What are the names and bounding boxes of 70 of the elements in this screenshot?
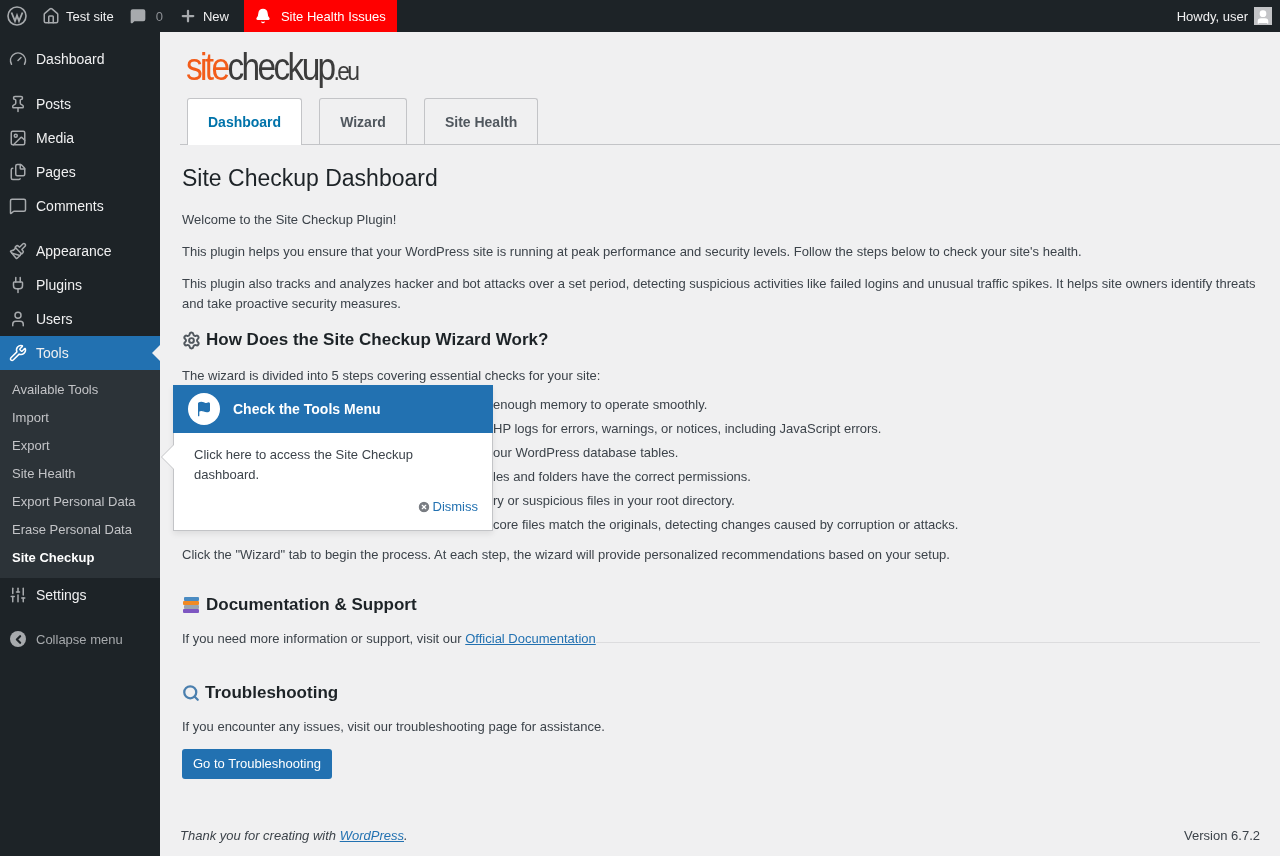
submenu-item[interactable]: Export Personal Data (0, 488, 160, 516)
page-title: Site Checkup Dashboard (182, 165, 439, 192)
sidebar-item[interactable]: Appearance (0, 234, 160, 268)
books-icon (182, 595, 201, 615)
pointer-title: Check the Tools Menu (233, 401, 381, 417)
submenu-item[interactable]: Erase Personal Data (0, 516, 160, 544)
site-link[interactable]: Test site (34, 0, 122, 32)
section-heading: Documentation & Support (206, 595, 417, 615)
logo: sitecheckup.eu (186, 45, 358, 90)
media-icon (9, 129, 27, 147)
gear-icon (182, 330, 201, 350)
step-text: enough memory to operate smoothly. (493, 396, 709, 414)
submenu-item[interactable]: Available Tools (0, 376, 160, 404)
submenu-item[interactable]: Site Checkup (0, 544, 160, 572)
section-heading: How Does the Site Checkup Wizard Work? (206, 330, 549, 350)
step-text: core files match the originals, detecting changes caused by corruption or attacks. (493, 516, 960, 534)
dashboard-icon (9, 50, 27, 68)
documentation-link[interactable]: Official Documentation (465, 631, 596, 646)
paragraph: This plugin helps you ensure that your WordPress site is running at peak performance and security levels. Follow the steps below to check your site's health. (182, 243, 1083, 261)
submenu-item[interactable]: Import (0, 404, 160, 432)
comment-icon (129, 8, 146, 24)
sidebar-item[interactable]: Users (0, 302, 160, 336)
paintbrush-icon (9, 242, 27, 260)
submenu-item[interactable]: Export (0, 432, 160, 460)
sidebar-item[interactable]: Tools (0, 336, 160, 370)
paragraph: Click the "Wizard" tab to begin the process. At each step, the wizard will provide personalized recommendations based on your setup. (182, 546, 951, 564)
paragraph: This plugin also tracks and analyzes hacker and bot attacks over a set period, detecting suspicious activities like failed logins and unusual traffic spikes. It helps site owners identify threats and take proactive security measures. (182, 275, 1257, 313)
step-text: les and folders have the correct permissions. (493, 468, 752, 486)
flag-icon (188, 393, 220, 425)
new-link[interactable]: New (170, 0, 237, 32)
step-text: HP logs for errors, warnings, or notices, including JavaScript errors. (493, 420, 883, 438)
version-text: Version 6.7.2 (1184, 828, 1260, 843)
wrench-icon (9, 344, 27, 362)
tab[interactable]: Site Health (423, 98, 539, 144)
step-text: ry or suspicious files in your root directory. (493, 492, 736, 510)
comment-icon (9, 197, 27, 215)
bell-icon (254, 8, 271, 24)
submenu-item[interactable]: Site Health (0, 460, 160, 488)
troubleshooting-button[interactable]: Go to Troubleshooting (182, 749, 332, 779)
sliders-icon (9, 586, 27, 604)
sidebar-item[interactable]: Plugins (0, 268, 160, 302)
greeting[interactable]: Howdy, user (1168, 0, 1248, 32)
dismiss-link[interactable]: Dismiss (416, 499, 478, 514)
tab[interactable]: Wizard (319, 98, 407, 144)
search-icon (182, 684, 200, 702)
sidebar-item[interactable]: Pages (0, 155, 160, 189)
site-health-alert[interactable]: Site Health Issues (243, 0, 397, 32)
sidebar-item[interactable]: Posts (0, 87, 160, 121)
close-icon (416, 499, 431, 514)
sidebar-item[interactable]: Media (0, 121, 160, 155)
pin-icon (9, 95, 27, 113)
step-text: our WordPress database tables. (493, 444, 680, 462)
section-heading: Troubleshooting (205, 683, 339, 703)
collapse-icon (10, 631, 26, 647)
sidebar-item[interactable]: Comments (0, 189, 160, 223)
paragraph: Welcome to the Site Checkup Plugin! (182, 211, 398, 229)
paragraph: If you encounter any issues, visit our troubleshooting page for assistance. (182, 718, 606, 736)
sidebar-item[interactable]: Settings (0, 578, 160, 612)
home-icon (42, 7, 60, 25)
paragraph: If you need more information or support, visit our Official Documentation (182, 630, 596, 648)
user-icon (9, 310, 27, 328)
pages-icon (9, 163, 27, 181)
paragraph: The wizard is divided into 5 steps covering essential checks for your site: (182, 367, 602, 385)
wordpress-link[interactable]: WordPress (339, 828, 404, 843)
tab[interactable]: Dashboard (187, 98, 303, 145)
collapse-menu[interactable]: Collapse menu (0, 623, 160, 647)
footer-text: Thank you for creating with WordPress. (180, 828, 408, 843)
comments-link[interactable]: 0 (121, 0, 171, 32)
pointer-text: Click here to access the Site Checkup dashboard. (194, 446, 414, 484)
sidebar-item[interactable]: Dashboard (0, 42, 160, 76)
